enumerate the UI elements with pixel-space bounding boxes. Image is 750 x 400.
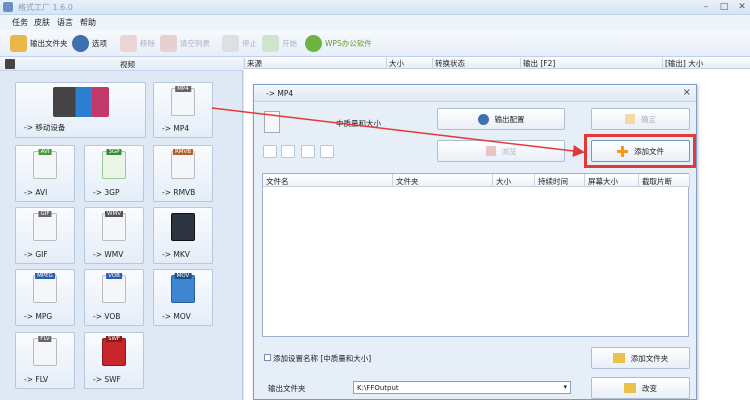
- annotation-arrow: [211, 107, 585, 157]
- highlight-box: [584, 134, 696, 168]
